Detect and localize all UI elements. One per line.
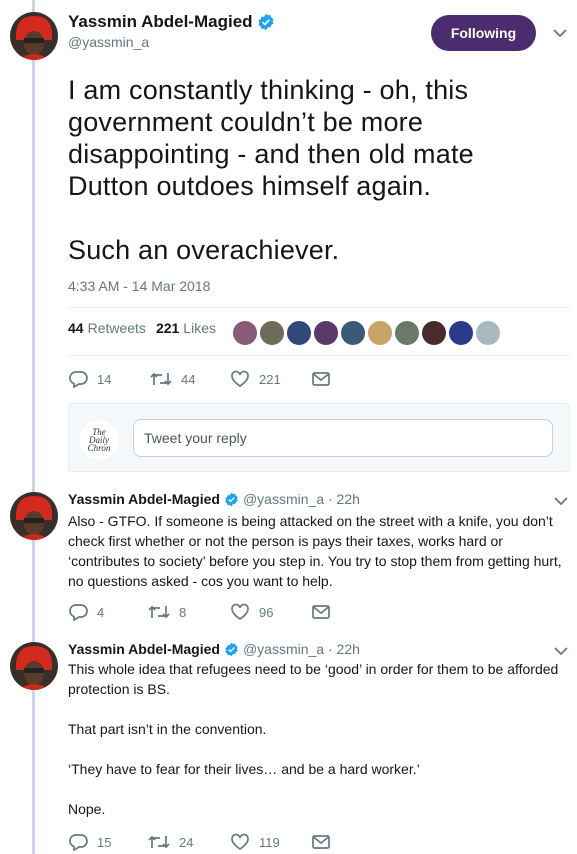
liker-avatar[interactable] <box>367 320 393 346</box>
direct-message-action[interactable] <box>312 835 330 849</box>
reply-text: This whole idea that refugees need to be… <box>68 661 559 817</box>
author-handle[interactable]: @yassmin_a <box>68 34 275 50</box>
retweet-icon <box>150 372 172 386</box>
verified-badge-icon <box>257 13 275 31</box>
retweet-action[interactable]: 24 <box>148 834 230 850</box>
liker-avatar[interactable] <box>394 320 420 346</box>
handle-and-time[interactable]: @yassmin_a · 22h <box>243 641 360 657</box>
handle-and-time[interactable]: @yassmin_a · 22h <box>243 491 360 507</box>
envelope-icon <box>312 605 330 619</box>
envelope-icon <box>312 372 330 386</box>
divider <box>68 355 570 356</box>
reply-icon <box>69 604 88 621</box>
divider <box>68 307 570 308</box>
tweet-actions: 14 44 221 <box>68 370 330 388</box>
retweet-icon <box>148 605 170 619</box>
liker-avatar[interactable] <box>286 320 312 346</box>
author-name[interactable]: Yassmin Abdel-Magied <box>68 641 220 657</box>
engagement-stats: 44 Retweets 221 Likes <box>68 320 226 336</box>
liker-avatars <box>232 320 501 346</box>
avatar[interactable] <box>10 492 58 540</box>
reply-header: Yassmin Abdel-Magied @yassmin_a · 22h <box>68 641 360 657</box>
like-action[interactable]: 221 <box>230 370 312 388</box>
like-action[interactable]: 119 <box>230 833 312 851</box>
liker-avatar[interactable] <box>475 320 501 346</box>
liker-avatar[interactable] <box>421 320 447 346</box>
liker-avatar[interactable] <box>313 320 339 346</box>
liker-avatar[interactable] <box>448 320 474 346</box>
verified-badge-icon <box>225 492 238 506</box>
tweet-timestamp[interactable]: 4:33 AM - 14 Mar 2018 <box>68 278 210 294</box>
liker-avatar[interactable] <box>259 320 285 346</box>
following-button[interactable]: Following <box>431 15 536 51</box>
reply-text: Also - GTFO. If someone is being attacke… <box>68 513 562 589</box>
envelope-icon <box>312 835 330 849</box>
direct-message-action[interactable] <box>312 372 330 386</box>
retweet-icon <box>148 835 170 849</box>
likes-stat[interactable]: 221 Likes <box>156 320 216 336</box>
reply-icon <box>69 371 88 388</box>
retweet-action[interactable]: 44 <box>150 371 230 387</box>
chevron-down-icon[interactable] <box>554 496 568 506</box>
retweets-stat[interactable]: 44 Retweets <box>68 320 146 336</box>
author-name[interactable]: Yassmin Abdel-Magied <box>68 12 253 32</box>
liker-avatar[interactable] <box>340 320 366 346</box>
reply-action[interactable]: 4 <box>68 603 148 621</box>
tweet-actions: 4 8 96 <box>68 603 330 621</box>
heart-icon <box>231 370 249 388</box>
reply-action[interactable]: 14 <box>68 370 150 388</box>
liker-avatar[interactable] <box>232 320 258 346</box>
my-avatar: The Daily Chron <box>79 420 119 460</box>
retweet-action[interactable]: 8 <box>148 604 230 620</box>
reply-box: The Daily Chron <box>68 403 570 472</box>
heart-icon <box>231 603 249 621</box>
avatar[interactable] <box>10 12 58 60</box>
tweet-actions: 15 24 119 <box>68 833 330 851</box>
verified-badge-icon <box>225 642 238 656</box>
like-action[interactable]: 96 <box>230 603 312 621</box>
tweet-header: Yassmin Abdel-Magied @yassmin_a <box>68 12 275 50</box>
avatar[interactable] <box>10 642 58 690</box>
reply-header: Yassmin Abdel-Magied @yassmin_a · 22h <box>68 491 360 507</box>
heart-icon <box>231 833 249 851</box>
chevron-down-icon[interactable] <box>554 646 568 656</box>
reply-input[interactable] <box>133 419 553 457</box>
author-name[interactable]: Yassmin Abdel-Magied <box>68 491 220 507</box>
chevron-down-icon[interactable] <box>553 28 567 38</box>
thread-line <box>32 0 35 854</box>
reply-icon <box>69 834 88 851</box>
direct-message-action[interactable] <box>312 605 330 619</box>
tweet-text: I am constantly thinking - oh, this gove… <box>68 75 474 265</box>
reply-action[interactable]: 15 <box>68 833 148 851</box>
